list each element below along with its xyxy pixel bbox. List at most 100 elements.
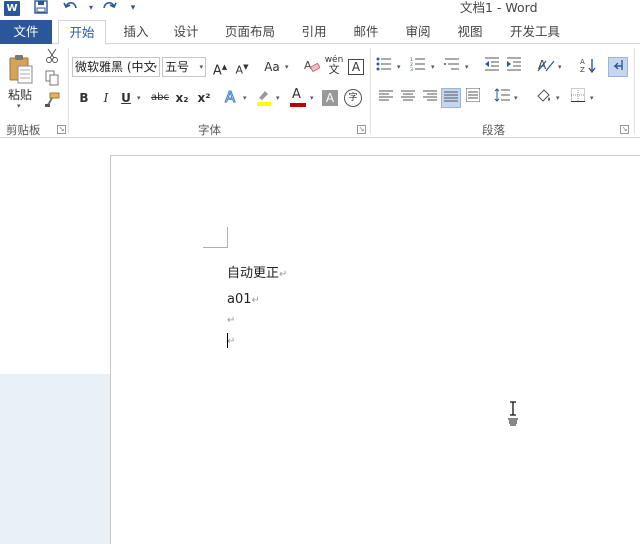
document-paragraph[interactable]: ↵ [227, 312, 235, 327]
shading-dropdown-icon[interactable]: ▾ [556, 88, 560, 108]
italic-icon: I [103, 91, 109, 105]
navigation-pane-shade [0, 374, 110, 544]
document-paragraph[interactable]: ↵ [227, 333, 235, 348]
svg-text:Z: Z [580, 66, 585, 73]
paragraph-group-label: 段落 [482, 123, 505, 137]
font-launcher-icon[interactable]: ↘ [357, 125, 366, 134]
phonetic-guide-button[interactable]: wén 文 [324, 55, 344, 75]
align-left-icon[interactable] [376, 88, 396, 108]
character-shading-icon: A [325, 91, 335, 105]
svg-text:A: A [304, 59, 312, 72]
tab-mailings[interactable]: 邮件 [348, 20, 384, 44]
tab-review[interactable]: 审阅 [400, 20, 436, 44]
tab-page-layout[interactable]: 页面布局 [222, 20, 278, 44]
paragraph-text: a01 [227, 292, 252, 307]
bold-icon: B [79, 91, 89, 105]
tab-developer[interactable]: 开发工具 [504, 20, 566, 44]
tab-insert[interactable]: 插入 [118, 20, 154, 44]
change-case-button[interactable]: Aa [260, 57, 284, 77]
shrink-font-button[interactable]: A▼ [232, 57, 252, 77]
increase-indent-icon[interactable] [504, 57, 524, 77]
paste-button[interactable]: 粘贴 [8, 86, 32, 103]
numbering-dropdown-icon[interactable]: ▾ [431, 57, 435, 77]
grow-font-button[interactable]: A▲ [210, 57, 230, 78]
font-size-combo[interactable]: 五号 ▾ [162, 57, 206, 77]
subscript-button[interactable]: x₂ [172, 88, 192, 108]
clipboard-launcher-icon[interactable]: ↘ [57, 125, 66, 134]
line-spacing-dropdown-icon[interactable]: ▾ [514, 88, 518, 108]
highlight-icon[interactable] [254, 88, 274, 108]
document-page[interactable] [110, 155, 640, 544]
shading-icon[interactable] [534, 88, 554, 108]
bullets-dropdown-icon[interactable]: ▾ [397, 57, 401, 77]
undo-icon[interactable] [60, 0, 82, 18]
ribbon-tab-row: 文件 开始 插入 设计 页面布局 引用 邮件 审阅 视图 开发工具 [0, 20, 640, 45]
tab-home[interactable]: 开始 [58, 20, 106, 45]
tab-view[interactable]: 视图 [452, 20, 488, 44]
font-size-dropdown-icon[interactable]: ▾ [199, 58, 203, 76]
font-name-dropdown-icon[interactable]: ▾ [153, 58, 157, 76]
chinese-layout-dropdown-icon[interactable]: ▾ [558, 57, 562, 77]
copy-icon[interactable] [42, 70, 62, 90]
customize-quick-access-icon[interactable]: ▾ [122, 0, 144, 18]
font-color-swatch [290, 103, 306, 107]
font-name-combo[interactable]: 微软雅黑 (中文 ▾ [72, 57, 160, 77]
bullets-icon[interactable] [374, 57, 394, 77]
sort-icon[interactable]: AZ [578, 57, 598, 77]
show-formatting-marks-icon[interactable] [608, 57, 628, 77]
italic-button[interactable]: I [96, 88, 116, 108]
word-app-icon[interactable]: W [4, 1, 20, 16]
font-color-dropdown-icon[interactable]: ▾ [310, 88, 314, 108]
multilevel-list-dropdown-icon[interactable]: ▾ [465, 57, 469, 77]
paste-icon[interactable] [8, 54, 34, 86]
highlight-dropdown-icon[interactable]: ▾ [276, 88, 280, 108]
change-case-icon: Aa [264, 60, 280, 74]
bold-button[interactable]: B [74, 88, 94, 108]
cut-icon[interactable] [42, 48, 62, 68]
document-paragraph[interactable]: 自动更正↵ [227, 262, 287, 281]
underline-button[interactable]: U [116, 88, 136, 108]
paragraph-mark: ↵ [279, 269, 288, 280]
format-painter-icon[interactable] [42, 92, 62, 112]
align-center-icon[interactable] [398, 88, 418, 108]
character-border-icon: A [351, 60, 361, 74]
save-icon[interactable] [30, 0, 52, 18]
character-border-button[interactable]: A [348, 59, 364, 75]
clear-formatting-icon[interactable]: A [302, 57, 322, 77]
decrease-indent-icon[interactable] [482, 57, 502, 77]
font-group-label: 字体 [198, 123, 221, 137]
ribbon-home: 粘贴 ▾ 剪贴板 ↘ 微软雅黑 (中文 ▾ 五号 ▾ A▲ A▼ Aa ▾ A [0, 44, 640, 138]
tab-design[interactable]: 设计 [168, 20, 204, 44]
justify-icon[interactable] [441, 88, 461, 108]
character-shading-button[interactable]: A [322, 90, 338, 106]
text-effects-dropdown-icon[interactable]: ▾ [243, 88, 247, 108]
group-divider [68, 48, 69, 134]
distributed-icon[interactable] [463, 87, 483, 108]
ibeam-cursor-icon [507, 401, 519, 427]
paste-dropdown-icon[interactable]: ▾ [17, 102, 21, 110]
superscript-button[interactable]: x² [194, 88, 214, 108]
align-right-icon[interactable] [420, 88, 440, 108]
tab-file[interactable]: 文件 [0, 20, 52, 44]
paragraph-launcher-icon[interactable]: ↘ [620, 125, 629, 134]
underline-dropdown-icon[interactable]: ▾ [137, 88, 141, 108]
text-caret [227, 333, 228, 348]
font-color-button[interactable]: A [288, 87, 308, 108]
tab-references[interactable]: 引用 [296, 20, 332, 44]
enclose-characters-button[interactable]: 字 [344, 89, 362, 107]
document-paragraph[interactable]: a01↵ [227, 292, 260, 307]
line-spacing-icon[interactable] [492, 88, 512, 108]
font-name-value: 微软雅黑 (中文 [75, 60, 156, 74]
strikethrough-button[interactable]: abc [148, 88, 172, 108]
text-effects-icon[interactable]: A [222, 88, 242, 108]
borders-dropdown-icon[interactable]: ▾ [590, 88, 594, 108]
margin-corner-mark [203, 247, 228, 248]
window-title: 文档1 - Word [460, 0, 538, 15]
redo-icon[interactable] [98, 0, 120, 18]
change-case-dropdown-icon[interactable]: ▾ [285, 57, 289, 77]
borders-icon[interactable] [568, 88, 588, 108]
multilevel-list-icon[interactable] [442, 57, 462, 77]
chinese-layout-icon[interactable]: A [536, 57, 556, 77]
paragraph-text: 自动更正 [227, 266, 280, 281]
numbering-icon[interactable]: 123 [408, 57, 428, 77]
